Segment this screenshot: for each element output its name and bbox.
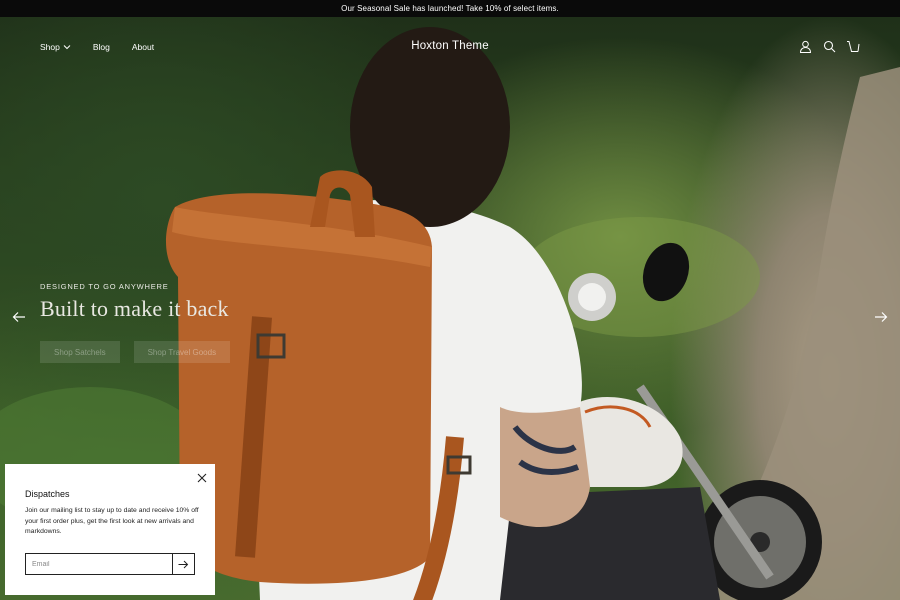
email-field[interactable] bbox=[26, 554, 172, 574]
announcement-bar: Our Seasonal Sale has launched! Take 10%… bbox=[0, 0, 900, 17]
popup-title: Dispatches bbox=[25, 489, 70, 499]
hero-headline: Built to make it back bbox=[40, 296, 229, 321]
arrow-left-icon bbox=[12, 312, 25, 322]
slideshow-prev-button[interactable] bbox=[12, 310, 26, 328]
cart-icon[interactable] bbox=[846, 39, 860, 53]
slideshow-next-button[interactable] bbox=[874, 310, 888, 328]
close-icon bbox=[197, 473, 207, 483]
announcement-text: Our Seasonal Sale has launched! Take 10%… bbox=[341, 4, 559, 13]
newsletter-submit-button[interactable] bbox=[172, 554, 194, 574]
arrow-right-icon bbox=[875, 312, 888, 322]
newsletter-form bbox=[25, 553, 195, 575]
close-popup-button[interactable] bbox=[196, 471, 208, 483]
newsletter-popup: Dispatches Join our mailing list to stay… bbox=[5, 464, 215, 595]
site-header: Shop Blog About Hoxton Theme bbox=[0, 17, 900, 77]
shop-travel-goods-button[interactable]: Shop Travel Goods bbox=[133, 341, 231, 363]
site-logo[interactable]: Hoxton Theme bbox=[0, 40, 900, 52]
hero-eyebrow: DESIGNED TO GO ANYWHERE bbox=[40, 282, 169, 291]
shop-satchels-button[interactable]: Shop Satchels bbox=[40, 341, 120, 363]
search-icon[interactable] bbox=[822, 39, 836, 53]
popup-description: Join our mailing list to stay up to date… bbox=[25, 507, 199, 535]
arrow-right-icon bbox=[178, 560, 189, 568]
hero-cta-group: Shop Satchels Shop Travel Goods bbox=[40, 341, 231, 363]
header-icons bbox=[798, 39, 860, 53]
account-icon[interactable] bbox=[798, 39, 812, 53]
